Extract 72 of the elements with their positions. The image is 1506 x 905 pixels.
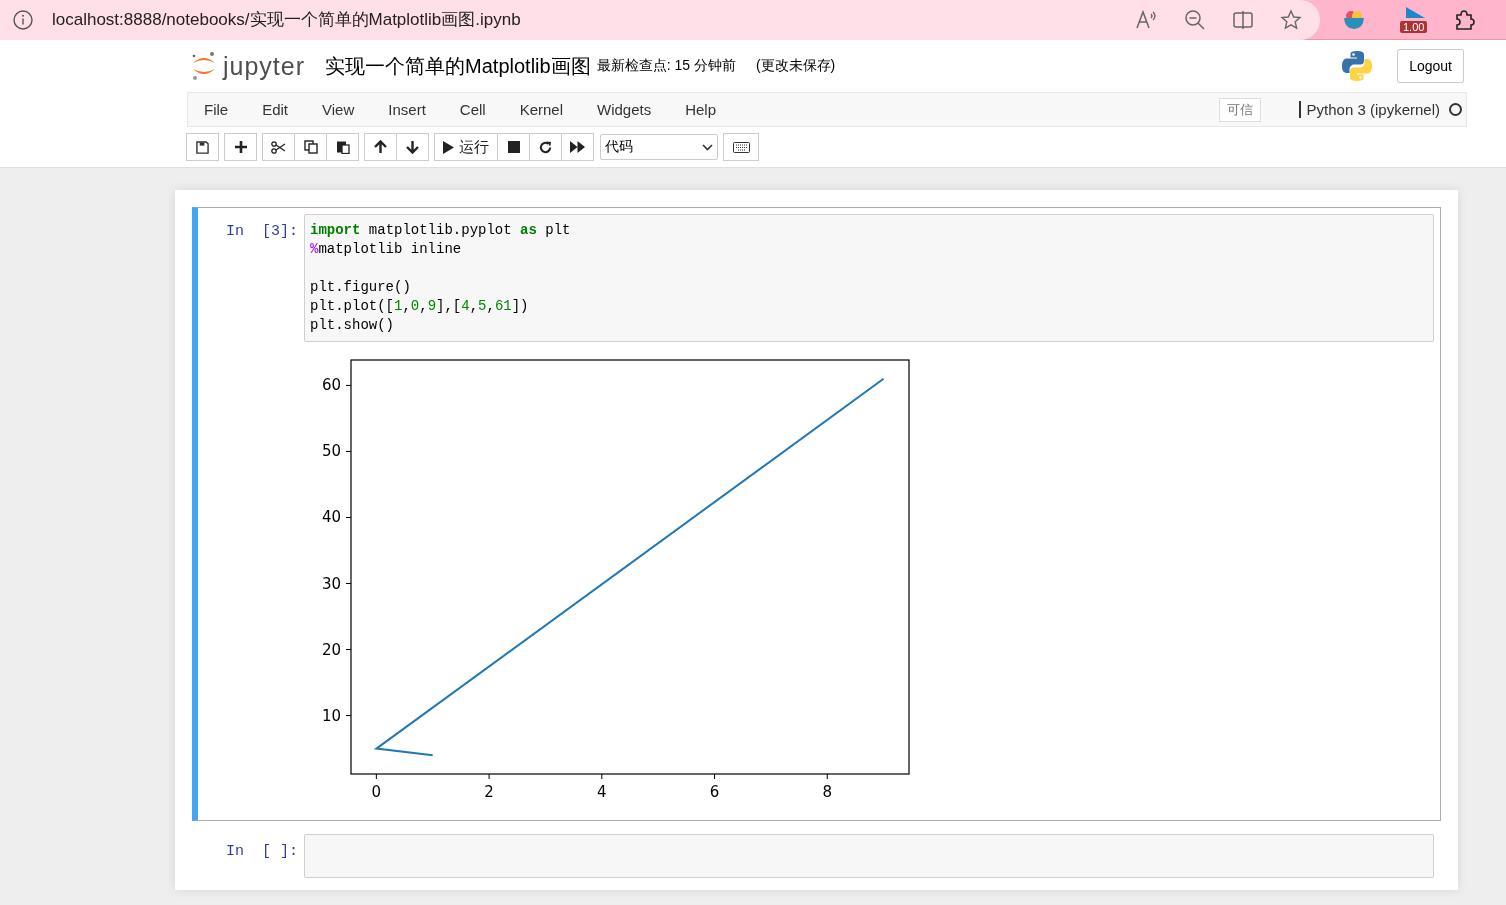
restart-button[interactable] [529,133,562,161]
scissors-icon [271,140,286,154]
play-icon [443,140,454,154]
url-text: localhost:8888/notebooks/实现一个简单的Matplotlib画图.ipynb [52,9,521,31]
menu-item[interactable]: Widgets [597,101,652,118]
jupyter-logo-icon [191,51,217,81]
y-tick-label: 10 [321,706,341,725]
copy-button[interactable] [294,133,327,161]
clipboard-icon [335,140,350,154]
menu-item[interactable]: File [204,101,229,118]
plus-icon [234,141,247,153]
chevron-down-icon [702,143,713,151]
paste-button[interactable] [326,133,359,161]
keyboard-shortcuts-button[interactable] [723,133,759,161]
restart-icon [539,140,552,154]
logout-button[interactable]: Logout [1397,49,1464,83]
code-line: plt.plot([1,0,9],[4,5,61]) [310,297,530,316]
zoom-out-icon[interactable] [1184,8,1206,31]
x-tick-label: 8 [822,783,833,801]
y-tick-label: 50 [321,442,341,461]
menu-item[interactable]: Cell [459,101,486,118]
x-tick-label: 0 [371,783,382,801]
move-up-button[interactable] [364,133,397,161]
notebook-title[interactable]: 实现一个简单的Matplotlib画图 [325,52,591,80]
run-button[interactable]: 运行 [434,133,498,161]
python-logo-icon [1341,50,1374,82]
arrow-down-icon [406,140,419,154]
save-icon [196,140,209,154]
trusted-indicator[interactable]: 可信 [1218,97,1261,122]
read-aloud-icon[interactable] [1134,8,1158,31]
input-prompt: In [3]: [225,222,299,240]
menu-item[interactable]: Kernel [519,101,563,118]
arrow-up-icon [374,140,387,154]
menu-item[interactable]: Edit [262,101,289,118]
code-line: plt.figure() [310,278,412,297]
cut-button[interactable] [262,133,295,161]
y-tick-label: 40 [321,508,341,527]
y-tick-label: 30 [321,574,341,593]
menu-item[interactable]: Help [685,101,717,118]
checkpoint-text: 最新检查点: 15 分钟前 [596,57,736,75]
x-tick-label: 4 [597,783,607,801]
info-icon[interactable] [12,8,34,31]
input-prompt: In [ ]: [225,842,299,860]
code-cell[interactable]: In [ ]: [192,827,1441,885]
x-tick-label: 2 [484,783,494,801]
code-line: %matplotlib inline [310,240,463,259]
menu-item[interactable]: Insert [388,101,426,118]
code-editor[interactable]: import matplotlib.pyplot as plt %matplotlib inline plt.figure() plt.plot([1,0,9],[4,5,61]) plt.show() [304,214,1434,342]
code-cell[interactable]: In [3]: import matplotlib.pyplot as plt %matplotlib inline plt.figure() plt.plot([1,0,9],[4,5,61]) plt.show() 0 2 4 6 8 10 20 30 40 50 60 [192,207,1441,821]
y-tick-label: 20 [321,640,341,659]
y-tick-label: 60 [321,376,341,395]
save-status: (更改未保存) [755,57,836,75]
split-screen-icon[interactable] [1232,8,1254,31]
stop-icon [507,141,520,153]
keyboard-icon [732,141,750,153]
extension-badge: 1.00 [1400,20,1428,33]
url-field[interactable]: localhost:8888/notebooks/实现一个简单的Matplotlib画图.ipynb [0,0,1320,40]
run-all-button[interactable] [561,133,594,161]
move-down-button[interactable] [396,133,429,161]
code-line: plt.show() [310,316,395,335]
code-line: import matplotlib.pyplot as plt [310,221,572,240]
logo-text: jupyter [223,51,306,81]
kernel-name: Python 3 (ipykernel) [1298,101,1440,118]
cell-type-dropdown[interactable]: 代码 [600,134,718,160]
copy-icon [303,140,318,154]
x-tick-label: 6 [709,783,720,801]
save-button[interactable] [186,133,219,161]
stop-button[interactable] [497,133,530,161]
star-icon[interactable] [1280,8,1302,31]
menu-item[interactable]: View [322,101,355,118]
fast-forward-icon [570,141,585,153]
add-cell-button[interactable] [224,133,257,161]
